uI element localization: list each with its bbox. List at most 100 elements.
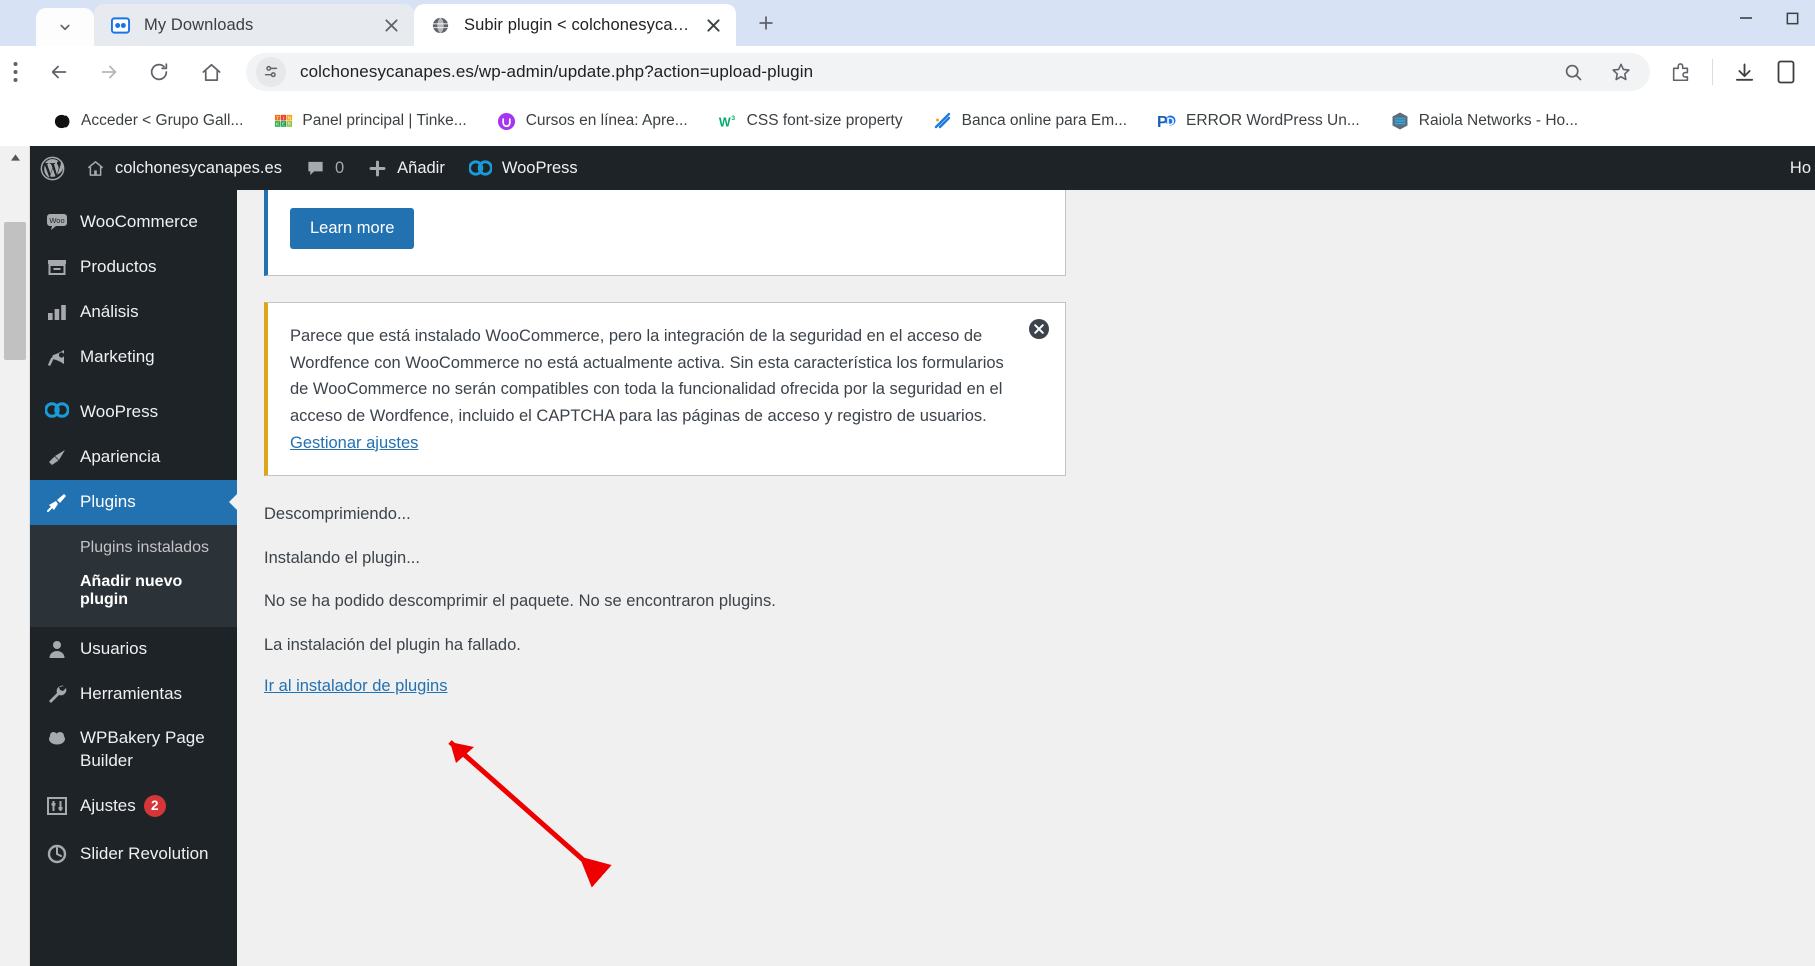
sidebar-item-usuarios[interactable]: Usuarios (30, 627, 237, 672)
sidebar-item-productos[interactable]: Productos (30, 245, 237, 290)
extensions-icon[interactable] (1660, 51, 1702, 93)
svg-text:3: 3 (731, 114, 735, 121)
megaphone-icon (44, 346, 70, 367)
sidebar-item-plugins[interactable]: Plugins (30, 479, 237, 525)
svg-text:R: R (288, 121, 292, 127)
bookmark-item[interactable]: P D ERROR WordPress Un... (1149, 104, 1368, 138)
submenu-item-anadir-nuevo-plugin[interactable]: Añadir nuevo plugin (30, 565, 237, 617)
sidebar-item-label: Apariencia (80, 446, 161, 466)
bookmark-item[interactable]: Banca online para Em... (925, 104, 1135, 138)
profile-icon[interactable] (1765, 51, 1807, 93)
cloud-icon (44, 727, 70, 748)
sidebar-item-ajustes[interactable]: Ajustes 2 (30, 784, 237, 829)
bar-chart-icon (44, 301, 70, 322)
submenu-item-label: Plugins instalados (80, 538, 209, 556)
tab-title: My Downloads (144, 15, 254, 34)
bookmark-label: Acceder < Grupo Gall... (81, 112, 244, 129)
status-line: Instalando el plugin... (264, 548, 420, 567)
tab-search-button[interactable] (36, 8, 94, 46)
sidebar-item-label: WPBakery Page Builder (80, 728, 205, 771)
close-icon[interactable] (378, 12, 404, 38)
bookmark-label: CSS font-size property (746, 112, 903, 129)
back-arrow-icon[interactable] (38, 51, 80, 93)
sidebar-item-analisis[interactable]: Análisis (30, 290, 237, 335)
sidebar-item-label: Herramientas (80, 683, 183, 703)
close-circle-icon[interactable] (1027, 317, 1051, 341)
notice-info: Learn more (264, 190, 1066, 276)
sliders-icon (44, 795, 70, 816)
svg-text:N: N (288, 115, 292, 121)
admin-bar-right[interactable]: Ho (1790, 146, 1815, 190)
close-icon[interactable] (700, 12, 726, 38)
wp-content-area: Learn more Parece que está instalado Woo… (237, 190, 1815, 966)
gestionar-ajustes-link[interactable]: Gestionar ajustes (290, 434, 418, 453)
sidebar-item-label: Productos (80, 256, 157, 276)
wordpress-logo-icon[interactable] (30, 156, 74, 181)
woopress-label: WooPress (501, 158, 578, 177)
menu-separator (30, 380, 237, 390)
maximize-icon[interactable] (1769, 0, 1815, 36)
reload-icon[interactable] (138, 51, 180, 93)
bookmark-item[interactable]: W 3 CSS font-size property (710, 104, 911, 138)
menu-separator (30, 190, 237, 200)
woopress-link[interactable]: WooPress (457, 146, 590, 190)
chevron-down-icon (56, 18, 74, 36)
sidebar-item-label: Plugins (80, 491, 136, 511)
bookmark-item[interactable]: Cursos en línea: Apre... (489, 104, 696, 138)
page-scrollbar[interactable] (0, 146, 30, 966)
wrench-icon (44, 683, 70, 704)
wordpress-admin: colchonesycanapes.es 0 Añadir WooPress H… (30, 146, 1815, 966)
search-zoom-icon[interactable] (1552, 51, 1594, 93)
browser-tabstrip: My Downloads Subir plugin < colchonesyca… (0, 0, 1815, 46)
plugin-installer-link[interactable]: Ir al instalador de plugins (264, 677, 447, 695)
slider-revolution-icon (44, 843, 70, 864)
bookmark-label: Cursos en línea: Apre... (525, 112, 688, 129)
add-new-link[interactable]: Añadir (356, 146, 457, 190)
submenu-item-label: Añadir nuevo plugin (80, 572, 183, 608)
tab-title: Subir plugin < colchonesycanapes (464, 15, 690, 34)
bookmark-item[interactable]: T I N K E R Panel principal | Tinke... (265, 104, 474, 138)
address-bar[interactable]: colchonesycanapes.es/wp-admin/update.php… (246, 53, 1650, 91)
comments-link[interactable]: 0 (294, 146, 356, 190)
sidebar-item-slider-revolution[interactable]: Slider Revolution (30, 829, 237, 877)
forward-arrow-icon[interactable] (88, 51, 130, 93)
browser-tab-active[interactable]: Subir plugin < colchonesycanapes (414, 4, 736, 46)
sidebar-item-label: Marketing (80, 346, 155, 366)
sidebar-item-apariencia[interactable]: Apariencia (30, 435, 237, 480)
download-icon[interactable] (1723, 51, 1765, 93)
status-line: La instalación del plugin ha fallado. (264, 636, 521, 655)
scroll-up-arrow-icon[interactable] (0, 146, 30, 168)
sidebar-item-wpbakery-page-builder[interactable]: WPBakery Page Builder (30, 716, 237, 784)
bookmark-item[interactable]: Raiola Networks - Ho... (1382, 104, 1586, 138)
minimize-icon[interactable] (1723, 0, 1769, 36)
new-tab-button[interactable] (748, 7, 784, 43)
star-icon[interactable] (1600, 51, 1642, 93)
sidebar-item-herramientas[interactable]: Herramientas (30, 672, 237, 717)
submenu-item-plugins-instalados[interactable]: Plugins instalados (30, 531, 237, 565)
status-line: Descomprimiendo... (264, 504, 411, 523)
svg-text:D: D (1167, 116, 1175, 128)
svg-text:W: W (719, 115, 731, 129)
woopress-icon (44, 401, 70, 418)
globe-icon (430, 15, 450, 35)
browser-tab[interactable]: My Downloads (94, 4, 414, 46)
site-name-link[interactable]: colchonesycanapes.es (74, 146, 294, 190)
status-line: No se ha podido descomprimir el paquete.… (264, 592, 776, 611)
scrollbar-thumb[interactable] (4, 222, 26, 360)
plus-icon (368, 159, 387, 178)
sidebar-item-marketing[interactable]: Marketing (30, 335, 237, 380)
learn-more-button[interactable]: Learn more (290, 208, 415, 249)
site-settings-icon[interactable] (256, 57, 286, 87)
browser-window: My Downloads Subir plugin < colchonesyca… (0, 0, 1815, 966)
udemy-icon (497, 111, 517, 131)
sidebar-item-label: WooPress (80, 401, 159, 421)
products-box-icon (44, 256, 70, 277)
three-dots-vertical-icon[interactable] (0, 46, 30, 98)
sidebar-item-woocommerce[interactable]: Woo WooCommerce (30, 200, 237, 245)
url-text[interactable]: colchonesycanapes.es/wp-admin/update.php… (300, 62, 1552, 82)
notice-text: Parece que está instalado WooCommerce, p… (290, 327, 1004, 426)
bookmark-item[interactable]: Acceder < Grupo Gall... (44, 104, 251, 138)
home-icon[interactable] (190, 51, 232, 93)
bank-icon (933, 111, 953, 131)
sidebar-item-woopress[interactable]: WooPress (30, 390, 237, 435)
